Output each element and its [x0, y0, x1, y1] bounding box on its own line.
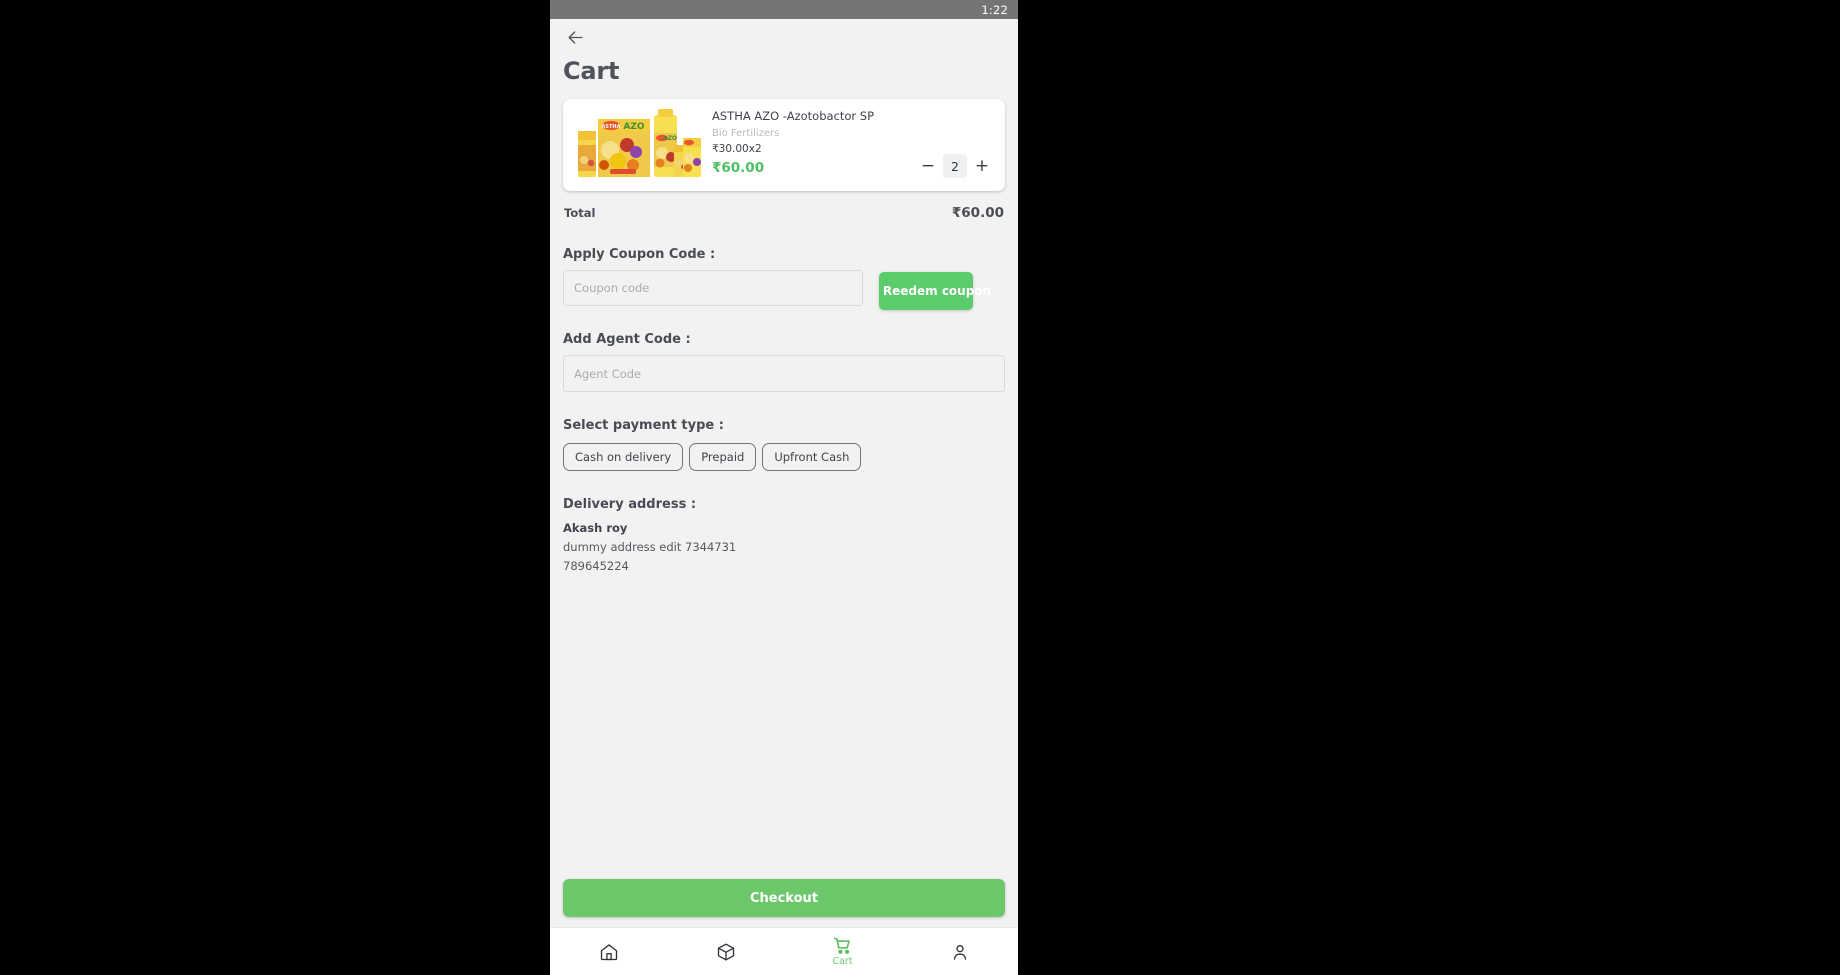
phone-screen: 1:22 Cart ASTHA AZO AZO ASTHA AZO -Azoto… — [550, 0, 1018, 975]
svg-text:ASTHA: ASTHA — [602, 124, 621, 130]
svg-text:AZO: AZO — [663, 135, 677, 142]
cart-content: ASTHA AZO AZO ASTHA AZO -Azotobactor SP … — [550, 85, 1018, 879]
astha-azo-product-image: ASTHA AZO AZO — [570, 105, 701, 185]
address-line-1: dummy address edit 7344731 — [563, 540, 737, 554]
redeem-coupon-button[interactable]: Reedem coupon — [879, 272, 991, 310]
total-label: Total — [564, 206, 596, 220]
agent-code-heading: Add Agent Code : — [563, 332, 691, 347]
nav-item-cart-label: Cart — [832, 956, 853, 968]
person-icon — [950, 942, 970, 962]
nav-item-orders[interactable] — [667, 928, 784, 975]
home-icon — [599, 942, 619, 962]
box-icon — [716, 942, 736, 962]
payment-option-cash-on-delivery[interactable]: Cash on delivery — [563, 443, 684, 471]
arrow-left-icon — [566, 28, 585, 47]
payment-type-heading: Select payment type : — [563, 418, 724, 433]
address-recipient-name: Akash roy — [563, 521, 628, 535]
cart-item-card[interactable]: ASTHA AZO AZO ASTHA AZO -Azotobactor SP … — [563, 99, 1005, 191]
quantity-value: 2 — [943, 154, 967, 178]
coupon-row: Reedem coupon — [563, 270, 1005, 310]
total-row: Total ₹60.00 — [563, 205, 1005, 221]
back-button[interactable] — [562, 24, 588, 50]
payment-option-upfront-cash[interactable]: Upfront Cash — [762, 443, 862, 471]
address-line-2: 789645224 — [563, 559, 629, 573]
product-name: ASTHA AZO -Azotobactor SP — [712, 109, 875, 123]
nav-item-home[interactable] — [550, 928, 667, 975]
app-toolbar — [550, 19, 1018, 55]
app-body: Cart ASTHA AZO AZO ASTHA AZO -Azotobacto… — [550, 19, 1018, 927]
product-thumbnail: ASTHA AZO AZO — [570, 105, 701, 185]
redeem-coupon-label: Reedem coupon — [882, 284, 992, 298]
payment-option-prepaid[interactable]: Prepaid — [689, 443, 757, 471]
quantity-stepper: − 2 + — [915, 153, 995, 179]
product-category: Bio Fertilizers — [712, 127, 780, 139]
delivery-address-heading: Delivery address : — [563, 497, 697, 512]
checkout-button[interactable]: Checkout — [563, 879, 1005, 917]
nav-item-profile[interactable] — [901, 928, 1018, 975]
nav-item-cart[interactable]: Cart — [784, 928, 901, 975]
quantity-decrement-button[interactable]: − — [915, 153, 941, 179]
svg-text:AZO: AZO — [623, 122, 644, 132]
quantity-increment-button[interactable]: + — [969, 153, 995, 179]
cart-icon — [832, 936, 853, 956]
checkout-area: Checkout — [550, 879, 1018, 927]
total-value: ₹60.00 — [951, 205, 1004, 221]
payment-type-options: Cash on delivery Prepaid Upfront Cash — [563, 443, 1005, 471]
status-bar-clock: 1:22 — [981, 2, 1008, 17]
coupon-code-input[interactable] — [563, 270, 863, 306]
page-title: Cart — [563, 57, 620, 85]
bottom-navigation: Cart — [550, 927, 1018, 975]
agent-code-input[interactable] — [563, 355, 1005, 392]
coupon-heading: Apply Coupon Code : — [563, 247, 716, 262]
status-bar: 1:22 — [550, 0, 1018, 19]
